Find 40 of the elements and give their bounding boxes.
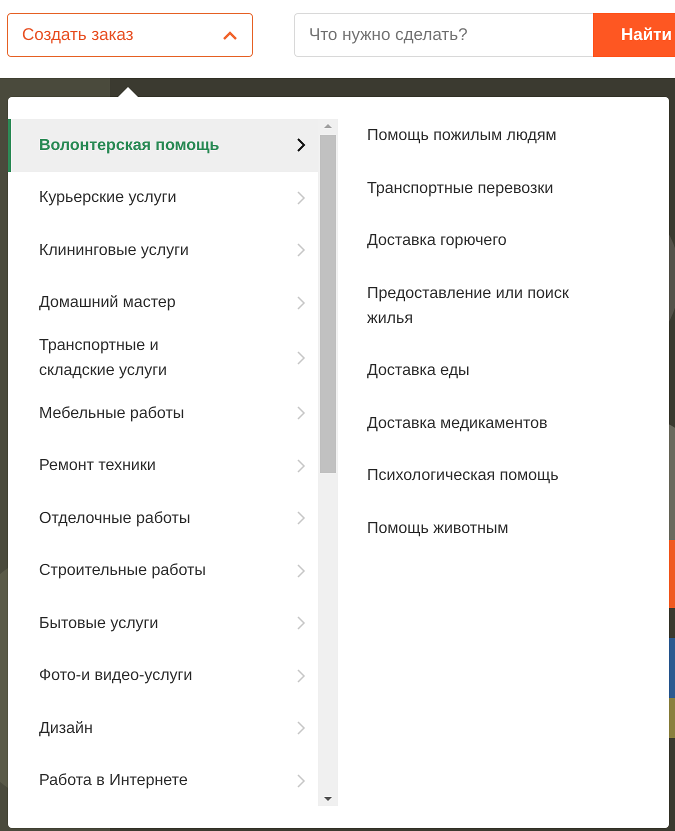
search-field[interactable]: Что нужно сделать? [294,13,593,57]
chevron-right-icon [296,294,306,311]
chevron-right-icon [296,405,306,422]
chevron-right-icon [296,772,306,789]
category-item[interactable]: Бытовые услуги [8,597,318,650]
chevron-right-icon [296,562,306,579]
category-item[interactable]: Работа в Интернете [8,754,318,806]
category-item[interactable]: Курьерские услуги [8,172,318,224]
create-order-dropdown[interactable]: Создать заказ [7,13,253,57]
category-item[interactable]: Клининговые услуги [8,224,318,276]
chevron-right-icon [296,350,306,366]
chevron-right-icon [296,458,306,474]
category-item[interactable]: Мебельные работы [8,387,318,440]
category-item[interactable]: Волонтерская помощь [8,119,318,172]
subcategory-link[interactable]: Транспортные перевозки [367,176,597,200]
category-item[interactable]: Домашний мастер [8,276,318,329]
subcategory-link[interactable]: Психологическая помощь [367,463,597,488]
chevron-right-icon [296,668,306,684]
chevron-right-icon [296,510,306,526]
scroll-down-icon[interactable] [324,797,332,801]
category-item[interactable]: Ремонт техники [8,440,318,492]
chevron-right-icon [296,615,306,632]
subcategory-link[interactable]: Предоставление или поиск жилья [367,280,597,330]
category-item[interactable]: Транспортные и складские услуги [8,329,318,387]
category-item[interactable]: Отделочные работы [8,492,318,544]
chevron-up-icon [222,30,238,40]
chevron-right-icon [296,137,306,154]
category-item[interactable]: Дизайн [8,702,318,754]
subcategory-link[interactable]: Доставка медикаментов [367,410,597,436]
category-item[interactable]: Фото-и видео-услуги [8,650,318,702]
chevron-right-icon [296,190,306,206]
subcategory-link[interactable]: Доставка горючего [367,228,597,253]
scrollbar[interactable] [318,119,338,806]
subcategory-link[interactable]: Доставка еды [367,358,597,383]
chevron-right-icon [296,242,306,258]
subcategory-link[interactable]: Помощь пожилым людям [367,123,597,148]
subcategory-link[interactable]: Помощь животным [367,516,597,540]
scroll-up-icon[interactable] [324,124,332,128]
category-item[interactable]: Строительные работы [8,544,318,597]
chevron-right-icon [296,720,306,736]
